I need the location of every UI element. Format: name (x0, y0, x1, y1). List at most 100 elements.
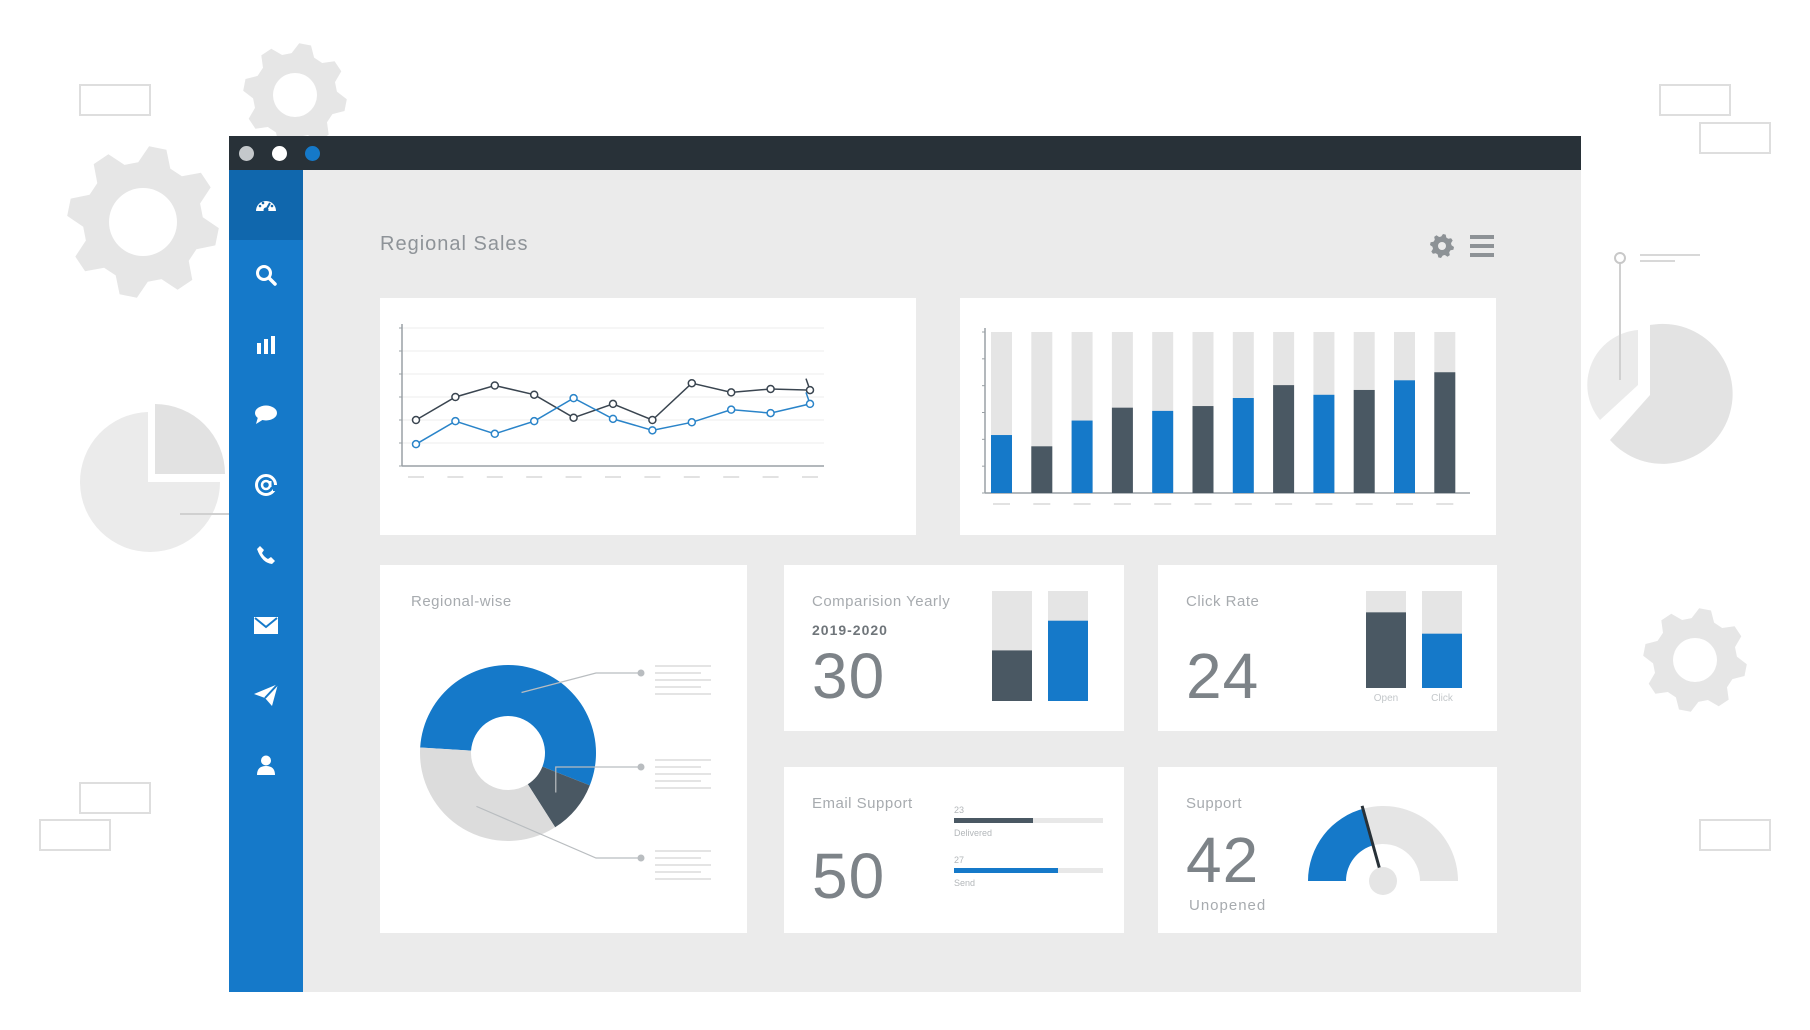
gear-icon (243, 43, 347, 147)
data-point (490, 429, 500, 439)
data-point (726, 388, 736, 397)
data-point (805, 385, 815, 395)
legend-dot (637, 854, 645, 862)
sidebar (229, 170, 303, 992)
menu-icon (1470, 235, 1494, 257)
bar (1111, 407, 1133, 493)
bar (1313, 394, 1335, 493)
data-point (805, 399, 815, 409)
bar (1273, 385, 1295, 493)
maximize-dot[interactable] (305, 146, 320, 161)
data-point (411, 439, 421, 449)
delivered-track (954, 818, 1103, 823)
series-line (415, 378, 812, 421)
regional-card: Regional-wise (380, 565, 747, 933)
data-point (687, 418, 697, 427)
bar (1152, 410, 1174, 493)
gauge-fill (1308, 808, 1374, 881)
send-label: Send (954, 878, 976, 888)
gear-icon (1430, 234, 1454, 258)
send-track (954, 868, 1103, 873)
support-label: Unopened (1189, 897, 1267, 914)
pie-chart-decoration (80, 404, 232, 552)
bar-chart-card (960, 298, 1496, 535)
comparison-card: Comparision Yearly 2019-2020 30 (784, 565, 1124, 731)
support-card: Support 42 Unopened (1158, 767, 1497, 933)
bar (991, 435, 1012, 493)
support-title: Support (1186, 795, 1243, 812)
email-support-title: Email Support (812, 795, 913, 812)
comparison-value: 30 (812, 640, 886, 712)
bar (1031, 446, 1053, 493)
delivered-progress-fill (954, 818, 1033, 823)
mail-icon (254, 616, 278, 634)
sidebar-item-mail[interactable] (229, 590, 303, 660)
bar (1394, 380, 1415, 493)
x-tick-label: Open (1374, 693, 1398, 704)
bar (1434, 372, 1456, 493)
data-point (529, 416, 539, 426)
delivered-count: 23 (954, 805, 965, 815)
email-support-card: Email Support 50 23 Delivered 27 Send (784, 767, 1124, 933)
data-point (411, 415, 421, 425)
data-point (529, 390, 539, 399)
bar (1422, 633, 1462, 688)
legend-dot (637, 763, 645, 771)
data-point (569, 393, 578, 403)
send-count: 27 (954, 855, 965, 865)
sidebar-item-dashboard[interactable] (229, 170, 303, 240)
search-icon (256, 265, 277, 286)
data-point (648, 426, 657, 435)
bar (1192, 406, 1214, 493)
data-point (766, 408, 775, 418)
send-progress-fill (954, 868, 1059, 873)
click-rate-card: Click Rate 24 Open Click (1158, 565, 1497, 731)
bar (1071, 420, 1093, 493)
sidebar-item-profile[interactable] (229, 730, 303, 800)
sidebar-item-mentions[interactable] (229, 450, 303, 520)
user-icon (257, 755, 275, 775)
data-point (766, 384, 775, 394)
sidebar-item-send[interactable] (229, 660, 303, 730)
data-point (608, 414, 618, 424)
bar (992, 650, 1032, 701)
sidebar-item-analytics[interactable] (229, 310, 303, 380)
send-icon (254, 684, 278, 706)
data-point (687, 378, 697, 388)
bar (1232, 398, 1254, 493)
comparison-period: 2019-2020 (812, 622, 888, 638)
sidebar-item-chat[interactable] (229, 380, 303, 450)
sidebar-item-calls[interactable] (229, 520, 303, 590)
data-point (569, 413, 578, 422)
click-rate-title: Click Rate (1186, 593, 1260, 610)
legend-dot (637, 669, 645, 677)
comparison-bars (992, 591, 1088, 701)
bar (1366, 612, 1406, 688)
line-chart (399, 324, 824, 478)
gauge-hub (1369, 867, 1397, 895)
close-dot[interactable] (239, 146, 254, 161)
data-point (451, 416, 460, 426)
app-window: Regional Sales Regional-wise Comparision… (229, 136, 1581, 992)
data-point (490, 381, 500, 390)
pie-chart-decoration (1587, 252, 1733, 464)
bar-chart (982, 328, 1470, 505)
support-value: 42 (1186, 824, 1260, 896)
click-rate-value: 24 (1186, 640, 1260, 712)
line-chart-card (380, 298, 916, 535)
delivered-label: Delivered (954, 828, 993, 838)
gear-icon (67, 146, 219, 298)
menu-button[interactable] (1468, 232, 1496, 260)
click-rate-bars: Open Click (1366, 591, 1462, 704)
support-gauge (1308, 805, 1458, 895)
title-bar (229, 136, 1581, 170)
dashboard-icon (256, 201, 276, 213)
settings-button[interactable] (1428, 232, 1456, 260)
page-title: Regional Sales (380, 233, 529, 255)
minimize-dot[interactable] (272, 146, 287, 161)
gear-icon (1643, 608, 1747, 712)
sidebar-item-search[interactable] (229, 240, 303, 310)
phone-icon (257, 546, 275, 564)
data-point (608, 399, 618, 409)
bar (1048, 620, 1088, 701)
